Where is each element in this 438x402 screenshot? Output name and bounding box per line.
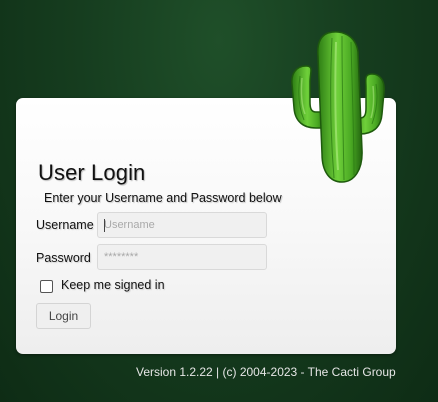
username-label: Username bbox=[36, 218, 94, 232]
text-cursor bbox=[104, 219, 105, 232]
page-title: User Login bbox=[38, 160, 146, 185]
username-input[interactable] bbox=[97, 212, 267, 238]
keep-signed-in-checkbox[interactable] bbox=[40, 280, 53, 293]
login-instructions: Enter your Username and Password below bbox=[44, 191, 282, 205]
version-footer: Version 1.2.22 | (c) 2004-2023 - The Cac… bbox=[136, 365, 396, 379]
password-label: Password bbox=[36, 251, 91, 265]
keep-signed-in-label[interactable]: Keep me signed in bbox=[61, 278, 165, 292]
login-button[interactable]: Login bbox=[36, 303, 91, 329]
password-input[interactable] bbox=[97, 244, 267, 270]
cactus-logo-icon bbox=[291, 31, 385, 183]
